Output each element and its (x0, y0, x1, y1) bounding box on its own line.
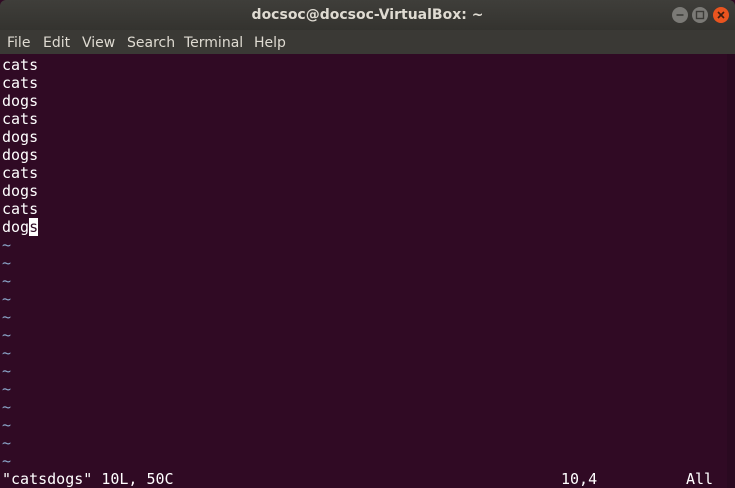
current-line-text: dog (2, 218, 30, 236)
empty-line-tilde: ~ (2, 272, 12, 290)
maximize-icon (695, 10, 705, 20)
terminal-content[interactable]: cats cats dogs cats dogs dogs cats dogs … (0, 54, 727, 488)
buffer-line: dogs (2, 182, 39, 200)
empty-line-tilde: ~ (2, 236, 12, 254)
status-cursor-position: 10,4 (561, 470, 598, 488)
empty-line-tilde: ~ (2, 362, 12, 380)
buffer-line: dogs (2, 92, 39, 110)
buffer-line: cats (2, 164, 39, 182)
menu-search[interactable]: Search (127, 30, 175, 54)
buffer-line: dogs (2, 146, 39, 164)
menu-help[interactable]: Help (254, 30, 286, 54)
minimize-button[interactable] (672, 7, 688, 23)
empty-line-tilde: ~ (2, 416, 12, 434)
buffer-line-current: dogs (2, 218, 39, 236)
close-icon (717, 11, 725, 19)
status-scroll-position: All (686, 470, 714, 488)
menu-edit[interactable]: Edit (43, 30, 70, 54)
empty-line-tilde: ~ (2, 290, 12, 308)
terminal-window: docsoc@docsoc-VirtualBox: ~ File Edit Vi… (0, 0, 735, 488)
title-bar[interactable]: docsoc@docsoc-VirtualBox: ~ (0, 0, 735, 30)
buffer-line: cats (2, 110, 39, 128)
window-title: docsoc@docsoc-VirtualBox: ~ (251, 7, 484, 23)
buffer-line: cats (2, 200, 39, 218)
maximize-button[interactable] (692, 7, 708, 23)
empty-line-tilde: ~ (2, 380, 12, 398)
menu-file[interactable]: File (7, 30, 30, 54)
empty-line-tilde: ~ (2, 308, 12, 326)
text-cursor: s (29, 218, 39, 236)
menu-bar: File Edit View Search Terminal Help (0, 30, 735, 54)
empty-line-tilde: ~ (2, 398, 12, 416)
menu-view[interactable]: View (82, 30, 115, 54)
close-button[interactable] (713, 7, 729, 23)
buffer-line: cats (2, 74, 39, 92)
scrollbar[interactable] (727, 54, 735, 488)
empty-line-tilde: ~ (2, 452, 12, 470)
buffer-line: dogs (2, 128, 39, 146)
minimize-icon (676, 14, 684, 16)
status-file-info: "catsdogs" 10L, 50C (2, 470, 174, 488)
empty-line-tilde: ~ (2, 344, 12, 362)
buffer-line: cats (2, 56, 39, 74)
menu-terminal[interactable]: Terminal (184, 30, 243, 54)
empty-line-tilde: ~ (2, 326, 12, 344)
empty-line-tilde: ~ (2, 254, 12, 272)
empty-line-tilde: ~ (2, 434, 12, 452)
